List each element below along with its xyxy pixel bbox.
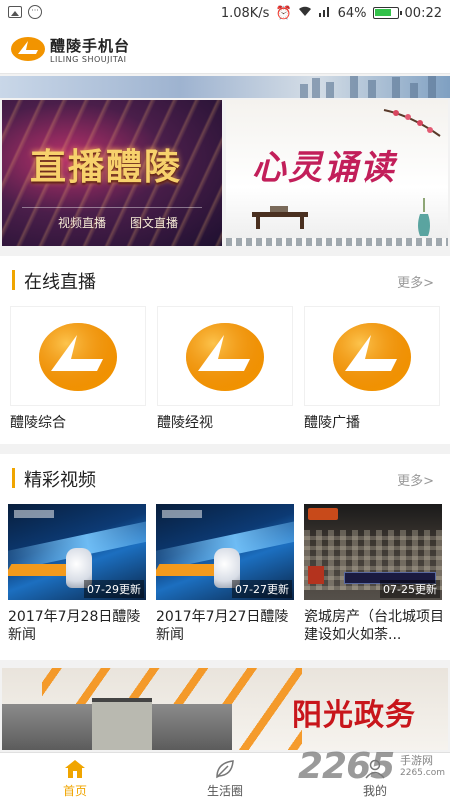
video-card[interactable]: 07-25更新 瓷城房产（台北城项目建设如火如荼... [304, 504, 444, 654]
featured-video-section: 精彩视频 更多> 07-29更新 2017年7月28日醴陵新闻 07-27更新 … [0, 454, 450, 660]
tab-label: 生活圈 [206, 784, 243, 798]
table-icon [252, 206, 308, 229]
more-link[interactable]: 更多> [397, 470, 434, 489]
channel-name: 醴陵广播 [304, 415, 360, 431]
banner-text: 阳光政务 [292, 698, 416, 733]
clock: 00:22 [404, 5, 442, 21]
watermark-number: 2265 [298, 746, 395, 787]
battery-icon [372, 7, 402, 19]
home-icon [65, 760, 85, 778]
site-watermark: 2265 手游网 2265.com [298, 744, 448, 794]
live-channel-card[interactable]: 醴陵综合 [10, 306, 146, 436]
image-notification-icon [8, 6, 22, 18]
leaf-icon [216, 760, 234, 779]
text-live-label: 图文直播 [130, 216, 179, 230]
app-subtitle: LILING SHOUJITAI [50, 55, 127, 64]
section-header: 在线直播 更多> [0, 256, 450, 304]
message-notification-icon: ··· [28, 5, 42, 19]
channel-logo-icon [186, 323, 264, 391]
section-marker [12, 468, 15, 488]
video-live-label: 视频直播 [58, 216, 107, 230]
channel-name: 醴陵综合 [10, 415, 66, 431]
vase-icon [418, 198, 430, 236]
section-marker [12, 270, 15, 290]
network-speed: 1.08K/s [220, 5, 270, 21]
watermark-url: 2265.com [400, 768, 445, 778]
online-live-section: 在线直播 更多> 醴陵综合 醴陵经视 醴陵广播 [0, 256, 450, 444]
section-header: 精彩视频 更多> [0, 454, 450, 502]
channel-logo-icon [39, 323, 117, 391]
video-thumbnail: 07-29更新 [8, 504, 146, 600]
channel-logo-icon [333, 323, 411, 391]
video-card[interactable]: 07-29更新 2017年7月28日醴陵新闻 [8, 504, 146, 654]
wifi-icon [298, 5, 312, 21]
app-header: 醴陵手机台 LILING SHOUJITAI [0, 26, 450, 74]
soul-reading-headline: 心灵诵读 [252, 148, 396, 188]
section-title: 精彩视频 [24, 470, 96, 491]
status-bar: ··· 1.08K/s ⏰ 64% 00:22 [0, 0, 450, 26]
video-title: 瓷城房产（台北城项目建设如火如荼... [304, 609, 444, 643]
video-thumbnail: 07-25更新 [304, 504, 442, 600]
update-badge: 07-27更新 [232, 580, 292, 598]
battery-percent: 64% [337, 5, 367, 21]
app-logo-icon [11, 37, 45, 61]
more-link[interactable]: 更多> [397, 272, 434, 291]
live-channel-card[interactable]: 醴陵经视 [157, 306, 293, 436]
live-liling-promo[interactable]: 直播醴陵 视频直播 图文直播 [2, 100, 222, 246]
tab-life-circle[interactable]: 生活圈 [150, 753, 300, 800]
update-badge: 07-29更新 [84, 580, 144, 598]
video-thumbnail: 07-27更新 [156, 504, 294, 600]
section-title: 在线直播 [24, 272, 96, 293]
update-badge: 07-25更新 [380, 580, 440, 598]
tab-label: 首页 [62, 784, 87, 798]
channel-name: 醴陵经视 [157, 415, 213, 431]
soul-reading-promo[interactable]: 心灵诵读 [226, 100, 448, 246]
top-banner-image[interactable] [0, 76, 450, 98]
video-title: 2017年7月28日醴陵新闻 [8, 609, 141, 643]
video-title: 2017年7月27日醴陵新闻 [156, 609, 289, 643]
sunshine-government-banner[interactable]: 阳光政务 [2, 668, 448, 750]
live-channel-card[interactable]: 醴陵广播 [304, 306, 440, 436]
signal-icon [318, 5, 332, 21]
app-title: 醴陵手机台 [50, 37, 131, 55]
alarm-icon: ⏰ [275, 5, 292, 21]
tab-home[interactable]: 首页 [0, 753, 150, 800]
watermark-sub: 手游网 [400, 754, 433, 767]
video-card[interactable]: 07-27更新 2017年7月27日醴陵新闻 [156, 504, 294, 654]
live-liling-headline: 直播醴陵 [30, 146, 183, 188]
